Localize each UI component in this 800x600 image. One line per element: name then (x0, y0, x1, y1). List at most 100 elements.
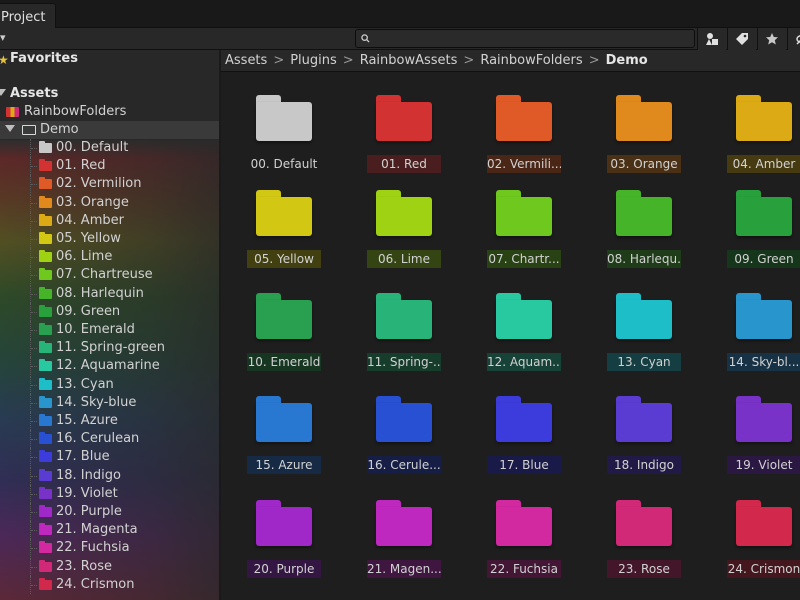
folder-tile[interactable]: 08. Harlequ... (581, 190, 701, 290)
search-icon (361, 34, 370, 43)
tree-item[interactable]: 01. Red (0, 157, 219, 176)
folder-icon (616, 396, 672, 442)
folder-tile[interactable]: 00. Default (221, 95, 341, 195)
shapes-icon (706, 33, 718, 45)
search-field[interactable] (355, 29, 695, 48)
tree-row-favorites[interactable]: ★ Favorites (0, 50, 219, 68)
folder-tile[interactable]: 06. Lime (341, 190, 461, 290)
tree-item[interactable]: 18. Indigo (0, 466, 219, 485)
tree-item[interactable]: 11. Spring-green (0, 339, 219, 358)
tree-item[interactable]: 05. Yellow (0, 230, 219, 248)
folder-tile[interactable]: 01. Red (341, 95, 461, 195)
folder-icon (256, 396, 312, 442)
folder-tile-label: 13. Cyan (607, 353, 681, 371)
folder-tile[interactable]: 09. Green (701, 190, 800, 290)
folder-tile[interactable]: 15. Azure (221, 396, 341, 496)
folder-tile-label: 10. Emerald (247, 353, 321, 371)
tree-item-label: 10. Emerald (56, 322, 135, 337)
tree-item[interactable]: 06. Lime (0, 248, 219, 267)
tree-item[interactable]: 10. Emerald (0, 321, 219, 339)
folder-tile-label: 08. Harlequ... (607, 250, 681, 268)
tree-item[interactable]: 24. Crismon (0, 575, 219, 594)
tree-item[interactable]: 04. Amber (0, 211, 219, 230)
tree-item-label: 03. Orange (56, 194, 129, 210)
tree-item[interactable]: 08. Harlequin (0, 284, 219, 303)
expand-caret-icon[interactable] (0, 89, 6, 96)
tree-item[interactable]: 12. Aquamarine (0, 357, 219, 376)
folder-icon (256, 95, 312, 141)
breadcrumb-demo: Demo (605, 53, 648, 68)
folder-tile[interactable]: 12. Aquam... (461, 293, 581, 393)
folder-tile-label: 23. Rose (607, 560, 681, 578)
create-dropdown-caret[interactable]: ▾ (0, 31, 6, 44)
folder-icon (616, 95, 672, 141)
tree-item[interactable]: 07. Chartreuse (0, 266, 219, 285)
breadcrumb-assets[interactable]: Assets (225, 53, 267, 68)
folder-tile[interactable]: 03. Orange (581, 95, 701, 195)
folder-icon (256, 190, 312, 236)
folder-tile[interactable]: 24. Crismon (701, 500, 800, 600)
favorites-button[interactable] (757, 28, 786, 50)
tree-item[interactable]: 20. Purple (0, 503, 219, 521)
breadcrumb-rainbowfolders[interactable]: RainbowFolders (480, 53, 582, 68)
folder-tile[interactable]: 21. Magen... (341, 500, 461, 600)
breadcrumb-plugins[interactable]: Plugins (290, 53, 337, 68)
folder-tile[interactable]: 04. Amber (701, 95, 800, 195)
breadcrumb-rainbowassets[interactable]: RainbowAssets (360, 53, 458, 68)
tree-row-demo[interactable]: Demo (0, 121, 219, 139)
tree-item[interactable]: 02. Vermilion (0, 175, 219, 194)
project-toolbar: ▾ (0, 28, 800, 50)
folder-tile[interactable]: 10. Emerald (221, 293, 341, 393)
folder-tile[interactable]: 20. Purple (221, 500, 341, 600)
tree-item-label: 18. Indigo (56, 467, 121, 483)
tree-item[interactable]: 14. Sky-blue (0, 393, 219, 412)
tree-item-label: 11. Spring-green (56, 340, 165, 356)
folder-tile[interactable]: 13. Cyan (581, 293, 701, 393)
tree-row-rainbowfolders[interactable]: RainbowFolders (0, 103, 219, 121)
folder-tile[interactable]: 11. Spring-... (341, 293, 461, 393)
tab-project[interactable]: Project (0, 3, 56, 29)
folder-icon (616, 190, 672, 236)
tree-item[interactable]: 15. Azure (0, 412, 219, 430)
folder-tile-label: 01. Red (367, 155, 441, 173)
tree-item[interactable]: 21. Magenta (0, 521, 219, 540)
folder-icon (39, 232, 52, 244)
tree-item-label: 15. Azure (56, 413, 118, 428)
tree-item[interactable]: 17. Blue (0, 448, 219, 467)
folder-tile-label: 05. Yellow (247, 250, 321, 268)
tree-item[interactable]: 09. Green (0, 302, 219, 321)
folder-icon (376, 293, 432, 339)
folder-tile-label: 22. Fuchsia (487, 560, 561, 578)
tree-item[interactable]: 13. Cyan (0, 375, 219, 394)
tree-row-assets[interactable]: Assets (0, 85, 219, 103)
tree-item-label: 20. Purple (56, 504, 122, 519)
tree-item-label: 06. Lime (56, 249, 113, 265)
folder-tile[interactable]: 18. Indigo (581, 396, 701, 496)
folder-icon (39, 486, 52, 499)
tree-item[interactable]: 03. Orange (0, 193, 219, 212)
folder-tile[interactable]: 23. Rose (581, 500, 701, 600)
folder-tile[interactable]: 05. Yellow (221, 190, 341, 290)
tree-item[interactable]: 19. Violet (0, 484, 219, 503)
folder-tile[interactable]: 02. Vermili... (461, 95, 581, 195)
folder-tile[interactable]: 16. Cerule... (341, 396, 461, 496)
hidden-packages-button[interactable] (787, 28, 800, 50)
tree-item[interactable]: 00. Default (0, 139, 219, 157)
expand-caret-icon[interactable] (5, 125, 15, 132)
tree-item[interactable]: 23. Rose (0, 557, 219, 576)
folder-icon (736, 190, 792, 236)
search-by-type-button[interactable] (697, 28, 726, 50)
tree-item-label: 04. Amber (56, 212, 124, 228)
folder-tile[interactable]: 07. Chartr... (461, 190, 581, 290)
folder-icon (616, 293, 672, 339)
folder-icon (736, 500, 792, 546)
tree-item[interactable]: 22. Fuchsia (0, 539, 219, 558)
tree-item-label: 12. Aquamarine (56, 358, 160, 374)
folder-tile[interactable]: 17. Blue (461, 396, 581, 496)
folder-tile[interactable]: 14. Sky-bl... (701, 293, 800, 393)
folder-tile[interactable]: 22. Fuchsia (461, 500, 581, 600)
folder-icon (39, 414, 52, 426)
folder-tile[interactable]: 19. Violet (701, 396, 800, 496)
search-by-label-button[interactable] (727, 28, 756, 50)
tree-item[interactable]: 16. Cerulean (0, 430, 219, 449)
